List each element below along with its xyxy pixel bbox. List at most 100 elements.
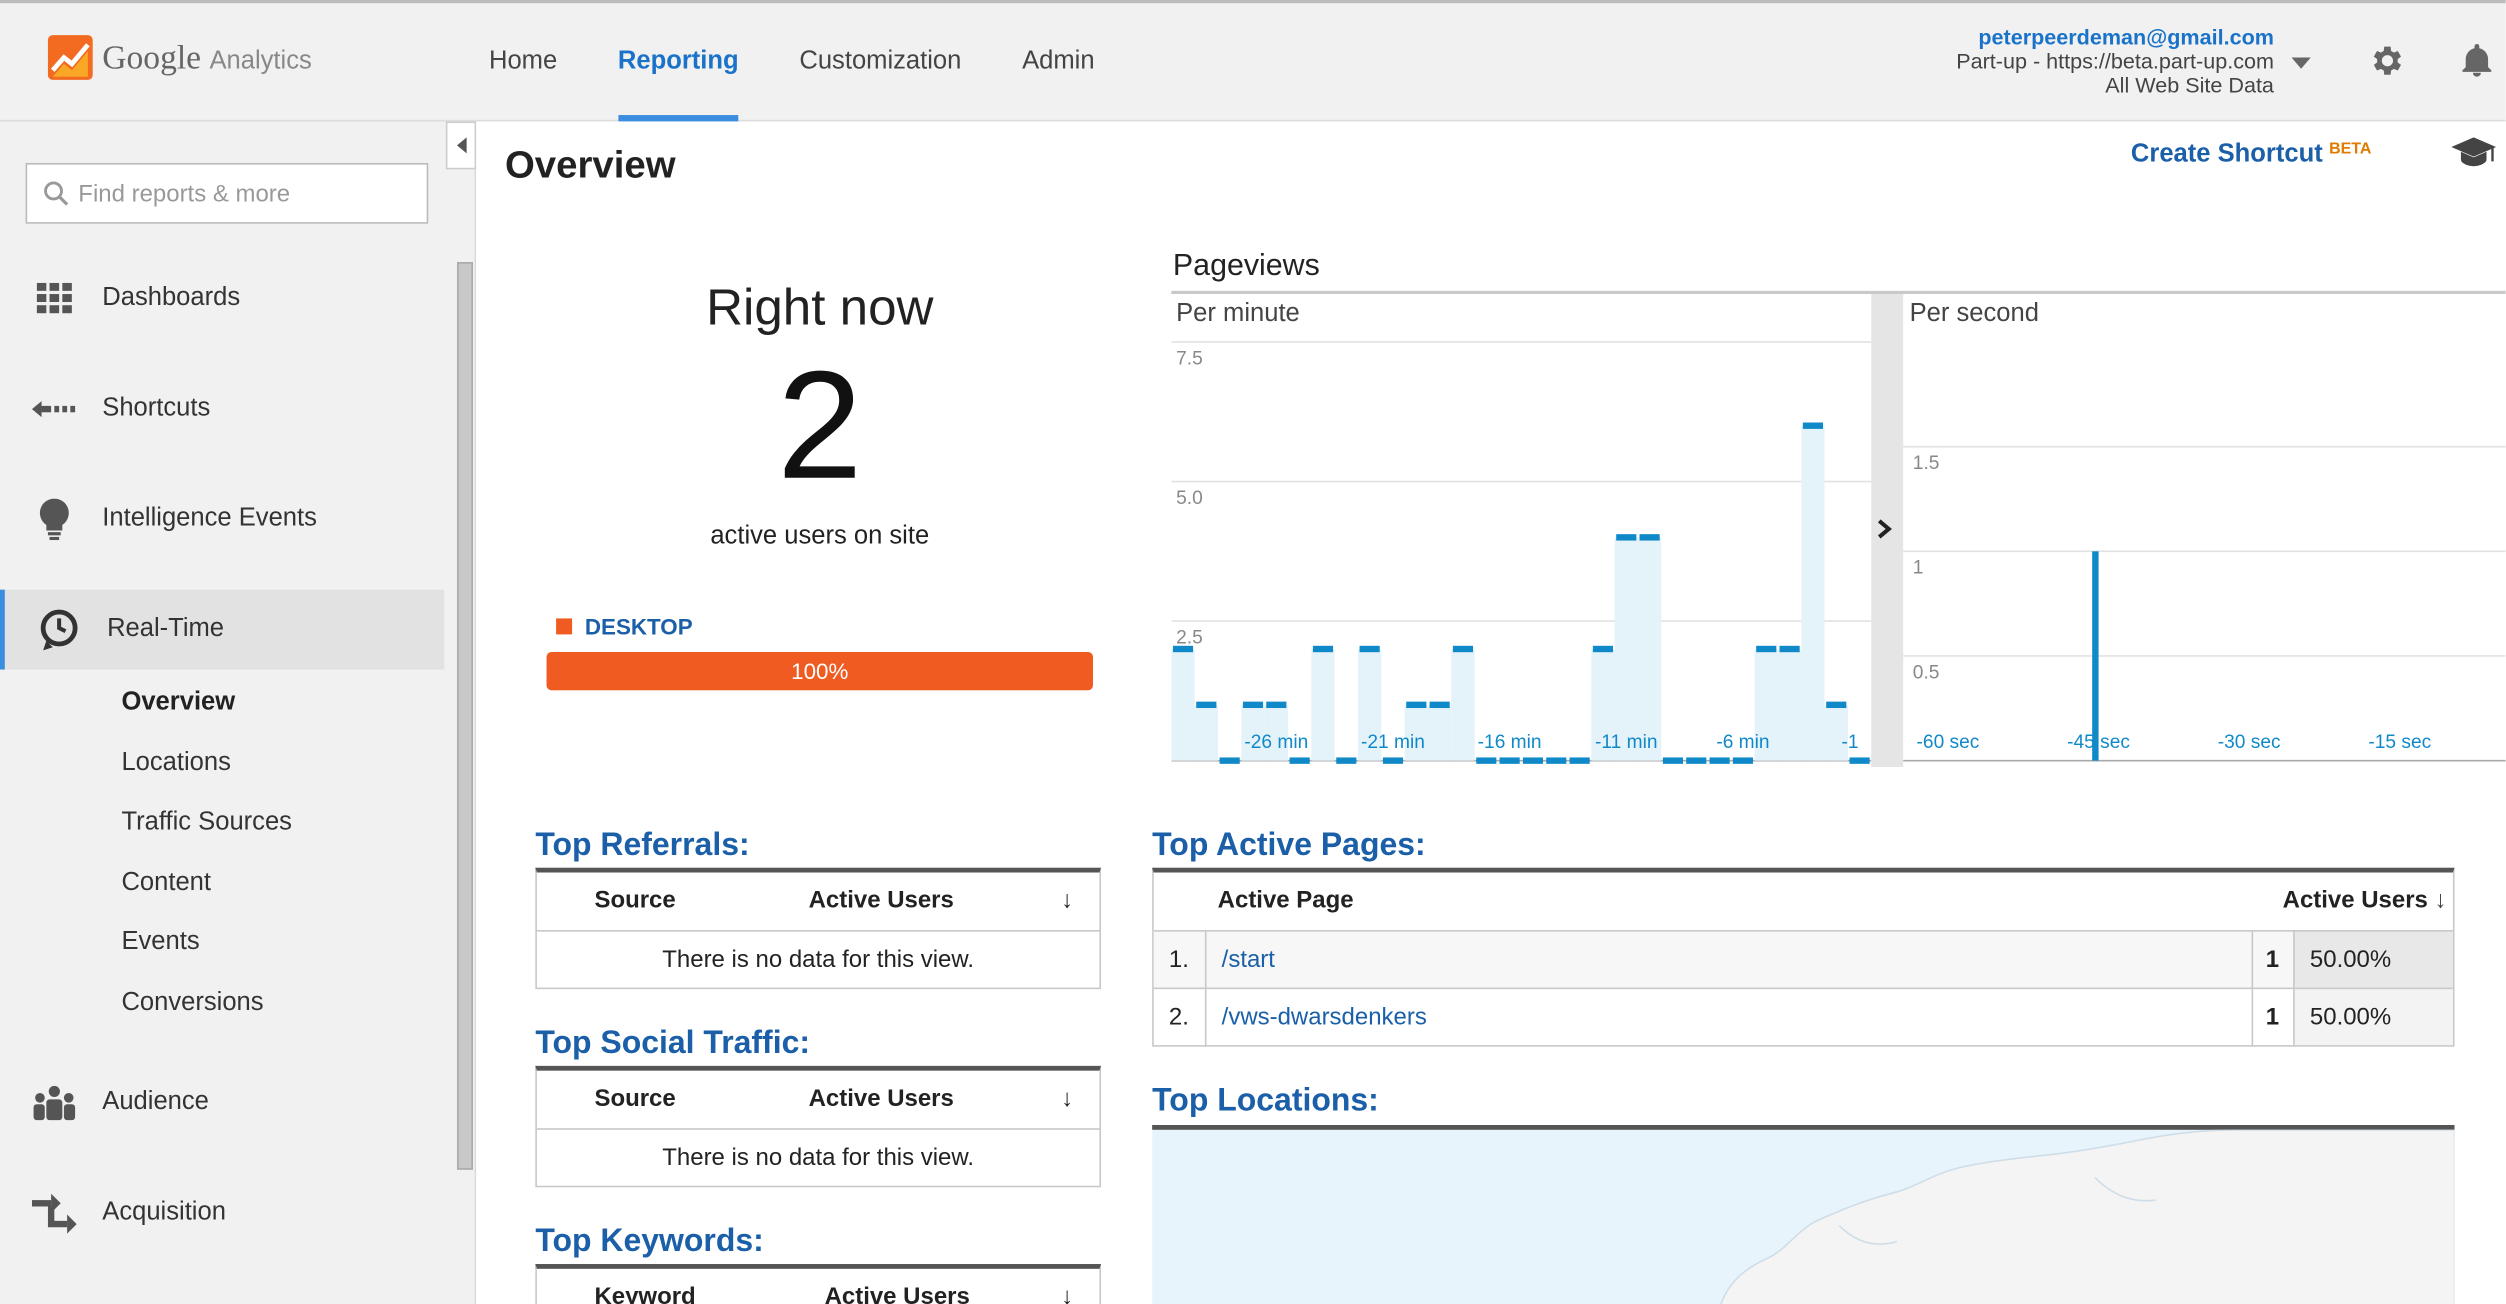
table-row: 2. /vws-dwarsdenkers 1 50.00% <box>1153 987 2453 1046</box>
search-box[interactable] <box>25 162 429 224</box>
bar-spike <box>2092 551 2099 761</box>
nav-home[interactable]: Home <box>489 3 557 121</box>
bar-cap <box>1312 645 1334 653</box>
sidebar-item-intelligence-events[interactable]: Intelligence Events <box>0 479 444 559</box>
bar-cap <box>1359 645 1380 653</box>
no-data-message: There is no data for this view. <box>536 1128 1100 1187</box>
active-users-header[interactable]: Active Users ↓ <box>2251 872 2453 931</box>
y-tick-label: 0.5 <box>1913 662 1940 683</box>
bar-cap <box>1266 701 1287 709</box>
sidebar-sub-traffic-sources[interactable]: Traffic Sources <box>121 809 292 838</box>
top-pages-table: Active Page Active Users ↓ 1. /start 1 5… <box>1152 867 2455 1046</box>
gear-icon[interactable] <box>2368 42 2406 80</box>
pageviews-chart-svg: 2.5 5.0 7.5 -26 min -21 min -16 min -11 min -6 … <box>1171 294 2506 768</box>
sidebar-sub-content[interactable]: Content <box>121 869 211 898</box>
per-second-label: Per second <box>1909 300 2039 328</box>
row-percent: 50.00% <box>2293 930 2453 989</box>
nav-customization[interactable]: Customization <box>799 3 961 121</box>
sort-down-icon: ↓ <box>2434 887 2447 915</box>
account-property: Part-up - https://beta.part-up.com <box>1956 49 2274 74</box>
nav-admin[interactable]: Admin <box>1022 3 1094 121</box>
bar-fill <box>1777 649 1802 761</box>
locations-map[interactable] <box>1152 1124 2456 1304</box>
sidebar-item-acquisition[interactable]: Acquisition <box>0 1173 444 1253</box>
bell-icon[interactable] <box>2458 42 2496 80</box>
bar-cap <box>1336 757 1357 764</box>
acquisition-arrows-icon <box>0 1192 102 1234</box>
device-swatch <box>556 618 573 635</box>
logo-product: Analytics <box>209 47 312 75</box>
bar-fill <box>1801 425 1825 761</box>
top-keywords-title: Top Keywords: <box>535 1224 764 1260</box>
page-link[interactable]: /start <box>1222 945 1275 972</box>
ga-logo[interactable]: Google Analytics <box>47 35 312 80</box>
bar-fill <box>1451 649 1475 761</box>
nav-reporting[interactable]: Reporting <box>617 3 739 122</box>
active-users-count: 2 <box>777 340 863 512</box>
bar-cap <box>1382 757 1404 764</box>
chevron-left-icon <box>456 137 466 154</box>
bar-cap <box>1406 701 1427 709</box>
x-tick-label: -45 sec <box>2067 732 2130 753</box>
top-keywords-table: Keyword Active Users ↓ <box>535 1264 1102 1304</box>
x-tick-label: -60 sec <box>1917 732 1980 753</box>
right-now-panel: Right now 2 active users on site <box>636 278 1004 551</box>
chevron-down-icon[interactable] <box>2291 57 2311 69</box>
column-header[interactable]: Keyword <box>536 1268 825 1304</box>
sidebar-sub-events[interactable]: Events <box>121 928 199 957</box>
sidebar-item-label: Intelligence Events <box>102 504 317 533</box>
account-selector[interactable]: peterpeerdeman@gmail.com Part-up - https… <box>1956 26 2274 98</box>
sidebar-item-shortcuts[interactable]: Shortcuts <box>0 369 444 449</box>
y-tick-label: 1.5 <box>1913 453 1940 474</box>
sidebar-item-audience[interactable]: Audience <box>0 1063 444 1143</box>
column-header[interactable]: Active Page <box>1153 872 2252 931</box>
sort-down-icon[interactable]: ↓ <box>1061 872 1100 931</box>
sort-down-icon[interactable]: ↓ <box>1061 1070 1100 1129</box>
sidebar-sub-conversions[interactable]: Conversions <box>121 989 263 1018</box>
sidebar-scrollbar[interactable] <box>457 262 474 1170</box>
bar-cap <box>1709 757 1730 764</box>
search-input[interactable] <box>78 179 398 207</box>
column-header[interactable]: Source <box>536 872 809 931</box>
sidebar-item-label: Acquisition <box>102 1198 226 1226</box>
y-tick-label: 2.5 <box>1176 627 1203 648</box>
bar-cap <box>1242 701 1264 709</box>
people-icon <box>0 1085 102 1121</box>
bar-fill <box>1171 649 1195 761</box>
device-legend: DESKTOP <box>556 614 693 639</box>
top-pages-title: Top Active Pages: <box>1152 827 1426 863</box>
sort-down-icon[interactable]: ↓ <box>1061 1268 1100 1304</box>
create-shortcut-link[interactable]: Create Shortcut BETA <box>2131 141 2372 170</box>
collapse-sidebar-button[interactable] <box>445 121 477 170</box>
bar-cap <box>1429 701 1450 709</box>
page-link[interactable]: /vws-dwarsdenkers <box>1222 1003 1427 1030</box>
bar-cap <box>1732 757 1754 764</box>
bar-cap <box>1452 645 1474 653</box>
graduation-cap-icon[interactable] <box>2451 134 2497 177</box>
sidebar-item-label: Audience <box>102 1088 209 1116</box>
x-tick-label: -1 <box>1841 732 1858 753</box>
bar-cap <box>1522 757 1544 764</box>
pageviews-chart: 2.5 5.0 7.5 -26 min -21 min -16 min -11 min -6 … <box>1171 290 2506 768</box>
sidebar-sub-locations[interactable]: Locations <box>121 749 230 778</box>
device-share-fill: 100% <box>546 651 1094 691</box>
sidebar-sub-overview[interactable]: Overview <box>121 689 235 718</box>
column-header[interactable]: Active Users <box>824 1268 1062 1304</box>
main-content: Overview Create Shortcut BETA Right now 2… <box>476 121 2506 1304</box>
bar-fill <box>1427 704 1452 761</box>
column-header[interactable]: Active Users <box>808 872 1062 931</box>
column-header[interactable]: Source <box>536 1070 809 1129</box>
main-nav: Home Reporting Customization Admin <box>489 3 1155 122</box>
top-locations-title: Top Locations: <box>1152 1083 1379 1119</box>
y-tick-label: 7.5 <box>1176 348 1203 369</box>
x-tick-label: -26 min <box>1244 732 1308 753</box>
sidebar-item-dashboards[interactable]: Dashboards <box>0 259 444 339</box>
table-row: 1. /start 1 50.00% <box>1153 930 2453 989</box>
bar-fill <box>1311 649 1335 761</box>
analytics-logo-icon <box>47 35 93 80</box>
account-email: peterpeerdeman@gmail.com <box>1978 25 2274 50</box>
clock-icon <box>5 609 107 651</box>
sidebar-item-real-time[interactable]: Real-Time <box>0 589 445 670</box>
chevron-right-icon[interactable] <box>1874 518 1893 548</box>
column-header[interactable]: Active Users <box>808 1070 1062 1129</box>
